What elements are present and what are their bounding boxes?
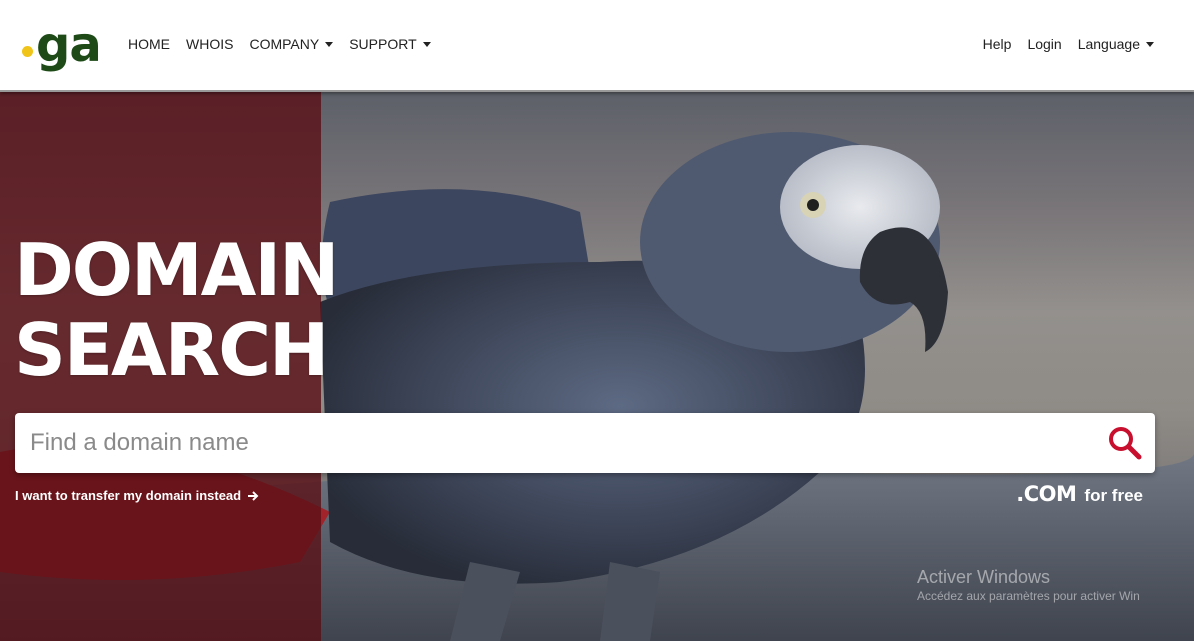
domain-search-input[interactable] — [15, 413, 1095, 473]
watermark-title: Activer Windows — [917, 567, 1051, 587]
nav-help[interactable]: Help — [983, 34, 1012, 54]
transfer-domain-label: I want to transfer my domain instead — [15, 488, 242, 503]
hero-heading-line2: SEARCH — [14, 308, 329, 392]
caret-down-icon — [422, 41, 431, 47]
transfer-domain-link[interactable]: I want to transfer my domain instead — [15, 488, 259, 503]
caret-down-icon — [1146, 41, 1154, 47]
nav-company-dropdown[interactable]: COMPANY — [249, 34, 334, 54]
windows-activation-watermark: Activer Windows Accédez aux paramètres p… — [917, 566, 1140, 604]
nav-login-label: Login — [1027, 36, 1062, 52]
nav-support-label: SUPPORT — [349, 36, 417, 52]
nav-whois-label: WHOIS — [186, 36, 234, 52]
domain-search-bar — [15, 413, 1155, 473]
promo-tld: .COM — [1016, 482, 1077, 506]
top-navbar: ga HOME WHOIS COMPANY SUPPORT Help Login… — [0, 0, 1194, 92]
nav-whois[interactable]: WHOIS — [186, 34, 233, 54]
arrow-right-icon — [248, 490, 259, 501]
nav-help-label: Help — [982, 36, 1012, 52]
nav-language-dropdown[interactable]: Language — [1078, 34, 1154, 54]
site-logo[interactable]: ga — [22, 17, 102, 73]
watermark-subtitle: Accédez aux paramètres pour activer Win — [917, 589, 1140, 603]
nav-home[interactable]: HOME — [128, 34, 170, 54]
caret-down-icon — [325, 41, 334, 47]
nav-support-dropdown[interactable]: SUPPORT — [349, 34, 431, 54]
hero-heading: DOMAIN SEARCH — [14, 228, 339, 392]
search-button[interactable] — [1105, 423, 1145, 463]
com-free-promo: .COM for free — [1016, 482, 1143, 506]
nav-language-label: Language — [1077, 36, 1140, 52]
secondary-nav: Help Login Language — [983, 34, 1154, 54]
search-icon — [1109, 427, 1142, 460]
main-nav: HOME WHOIS COMPANY SUPPORT — [128, 34, 431, 54]
logo-dot — [22, 46, 33, 57]
logo-text: ga — [36, 17, 102, 73]
nav-login[interactable]: Login — [1027, 34, 1061, 54]
nav-home-label: HOME — [128, 36, 170, 52]
nav-company-label: COMPANY — [249, 36, 320, 52]
hero-heading-line1: DOMAIN — [14, 228, 339, 312]
hero-section: DOMAIN SEARCH I want to transfer my doma… — [0, 92, 1194, 641]
promo-free-text: for free — [1084, 486, 1143, 505]
